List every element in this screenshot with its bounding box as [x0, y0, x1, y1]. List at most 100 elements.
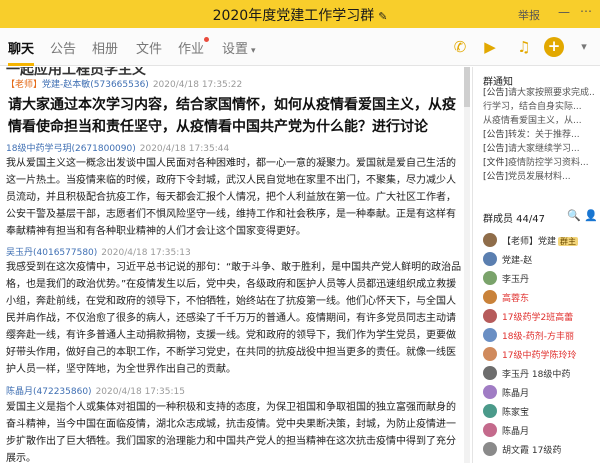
- message-time: 2020/4/18 17:35:44: [139, 144, 230, 154]
- member-item[interactable]: 党建-赵: [483, 250, 597, 268]
- notice-tag: [公告]: [483, 144, 509, 154]
- notice-text: 从疫情看爱国主义，从...: [483, 116, 582, 126]
- message-header: 吴玉丹(4016577580) 2020/4/18 17:35:13: [6, 245, 191, 258]
- tab-settings-label: 设置: [222, 42, 249, 57]
- avatar: [483, 328, 497, 342]
- sender-name[interactable]: 陈晶月(472235860): [6, 387, 92, 397]
- notice-text: 请大家按照要求完成...: [508, 88, 595, 98]
- tab-homework[interactable]: 作业: [178, 37, 210, 57]
- notice-text: 党员发展材料...: [508, 172, 571, 182]
- video-icon[interactable]: ▶: [480, 37, 500, 57]
- avatar: [483, 252, 497, 266]
- add-icon[interactable]: +: [544, 37, 564, 57]
- notice-item[interactable]: 从疫情看爱国主义，从...: [483, 115, 595, 127]
- pencil-icon[interactable]: ✎: [378, 10, 387, 23]
- chat-panel: 一起应用工程员学主义 【老师】党建-赵本敏(573665536) 2020/4/1…: [0, 67, 470, 463]
- notice-tag: [公告]: [483, 172, 509, 182]
- member-name: 【老师】党建 群主: [502, 237, 579, 247]
- members-count: 群成员 44/47: [483, 214, 545, 225]
- member-item[interactable]: 李玉丹: [483, 269, 597, 287]
- avatar: [483, 442, 497, 456]
- avatar: [483, 423, 497, 437]
- tab-files[interactable]: 文件: [136, 38, 162, 57]
- message-text: 请大家通过本次学习内容，结合家国情怀，如何从疫情看爱国主义，从疫情看使命担当和责…: [8, 97, 456, 135]
- members-header: 群成员 44/47 🔍 👤: [483, 209, 598, 225]
- message-time: 2020/4/18 17:35:22: [152, 80, 243, 90]
- notice-text: 疫情防控学习资料...: [508, 158, 589, 168]
- sender-name[interactable]: 18级中药学弓玥(2671800090): [6, 144, 136, 154]
- notice-tag: [公告]: [483, 130, 509, 140]
- avatar: [483, 290, 497, 304]
- notice-item[interactable]: [公告]请大家按照要求完成...: [483, 87, 595, 99]
- member-name: 18级-药剂-方丰丽: [502, 332, 574, 342]
- member-item[interactable]: 17级药学2班高蕾: [483, 307, 597, 325]
- tab-settings[interactable]: 设置 ▾: [222, 38, 256, 57]
- avatar: [483, 385, 497, 399]
- member-item[interactable]: 陈晶月: [483, 421, 597, 439]
- avatar: [483, 271, 497, 285]
- avatar: [483, 404, 497, 418]
- window-title: 2020年度党建工作学习群 ✎: [0, 5, 600, 25]
- report-button[interactable]: 举报: [518, 7, 540, 23]
- notice-text: 行学习，结合自身实际...: [483, 102, 582, 112]
- member-name: 高蓉东: [502, 294, 530, 304]
- notice-item[interactable]: [公告]转发：关于推荐...: [483, 129, 595, 141]
- member-item[interactable]: 【老师】党建 群主: [483, 231, 597, 249]
- notice-item[interactable]: [文件]疫情防控学习资料...: [483, 157, 595, 169]
- message-header: 【老师】党建-赵本敏(573665536) 2020/4/18 17:35:22: [6, 77, 242, 90]
- headset-icon[interactable]: ♫: [514, 37, 534, 57]
- sender-name[interactable]: 党建-赵本敏(573665536): [42, 80, 149, 90]
- tab-album[interactable]: 相册: [92, 38, 118, 57]
- avatar: [483, 366, 497, 380]
- message-text: 我感受到在这次疫情中，习近平总书记说的那句：“敢于斗争、敢于胜利，是中国共产党人…: [6, 262, 462, 375]
- message-header: 18级中药学弓玥(2671800090) 2020/4/18 17:35:44: [6, 141, 229, 154]
- message-time: 2020/4/18 17:35:15: [95, 387, 185, 397]
- phone-icon[interactable]: ✆: [450, 37, 470, 57]
- member-name: 胡文霞 17级药: [502, 446, 562, 456]
- group-sidebar: 群通知 [公告]请大家按照要求完成... 行学习，结合自身实际... 从疫情看爱…: [472, 67, 600, 463]
- sender-name[interactable]: 吴玉丹(4016577580): [6, 248, 97, 258]
- tab-chat[interactable]: 聊天: [8, 38, 35, 66]
- scrollbar[interactable]: [464, 67, 470, 463]
- member-name: 陈晶月: [502, 427, 530, 437]
- notice-title: 群通知: [483, 77, 513, 88]
- message-text: 爱国主义是指个人或集体对祖国的一种积极和支持的态度，为保卫祖国和争取祖国的独立富…: [6, 402, 456, 463]
- message-text: 我从爱国主义这一概念出发谈中国人民面对各种困难时，都一心一意的凝聚力。爱国就是爱…: [6, 158, 456, 237]
- member-name: 李玉丹 18级中药: [502, 370, 571, 380]
- avatar: [483, 233, 497, 247]
- notice-item[interactable]: [公告]请大家继续学习...: [483, 143, 595, 155]
- member-name: 17级药学2班高蕾: [502, 313, 574, 323]
- group-name: 2020年度党建工作学习群: [212, 8, 375, 24]
- member-item[interactable]: 陈晶月: [483, 383, 597, 401]
- member-name: 党建-赵: [502, 256, 533, 266]
- message-header: 陈晶月(472235860) 2020/4/18 17:35:15: [6, 384, 185, 397]
- more-button[interactable]: ⋯: [580, 4, 592, 18]
- notice-text: 转发：关于推荐...: [508, 130, 580, 140]
- minimize-button[interactable]: —: [558, 5, 570, 19]
- member-name: 陈家宝: [502, 408, 530, 418]
- message-time: 2020/4/18 17:35:13: [101, 248, 191, 258]
- notice-item[interactable]: 行学习，结合自身实际...: [483, 101, 595, 113]
- member-name: 17级中药学陈玲玲: [502, 351, 577, 361]
- title-bar: 2020年度党建工作学习群 ✎ 举报 — ⋯: [0, 0, 600, 28]
- member-item[interactable]: 18级-药剂-方丰丽: [483, 326, 597, 344]
- avatar: [483, 347, 497, 361]
- scrollbar-thumb[interactable]: [464, 67, 470, 107]
- member-item[interactable]: 高蓉东: [483, 288, 597, 306]
- notice-tag: [公告]: [483, 88, 509, 98]
- chevron-down-icon: ▾: [251, 46, 256, 56]
- member-search-icon[interactable]: 🔍 👤: [567, 209, 598, 222]
- tab-announcements[interactable]: 公告: [50, 38, 76, 57]
- member-item[interactable]: 17级中药学陈玲玲: [483, 345, 597, 363]
- notice-text: 请大家继续学习...: [508, 144, 580, 154]
- notification-dot: [204, 37, 210, 42]
- notice-item[interactable]: [公告]党员发展材料...: [483, 171, 595, 183]
- chevron-down-icon[interactable]: ▾: [574, 37, 594, 57]
- member-item[interactable]: 李玉丹 18级中药: [483, 364, 597, 382]
- member-name: 李玉丹: [502, 275, 530, 285]
- member-item[interactable]: 陈家宝: [483, 402, 597, 420]
- member-role-badge: 群主: [558, 237, 579, 246]
- member-name: 陈晶月: [502, 389, 530, 399]
- member-item[interactable]: 胡文霞 17级药: [483, 440, 597, 458]
- tab-bar: 聊天 公告 相册 文件 作业 设置 ▾ ✆ ▶ ♫ + ▾: [0, 28, 600, 66]
